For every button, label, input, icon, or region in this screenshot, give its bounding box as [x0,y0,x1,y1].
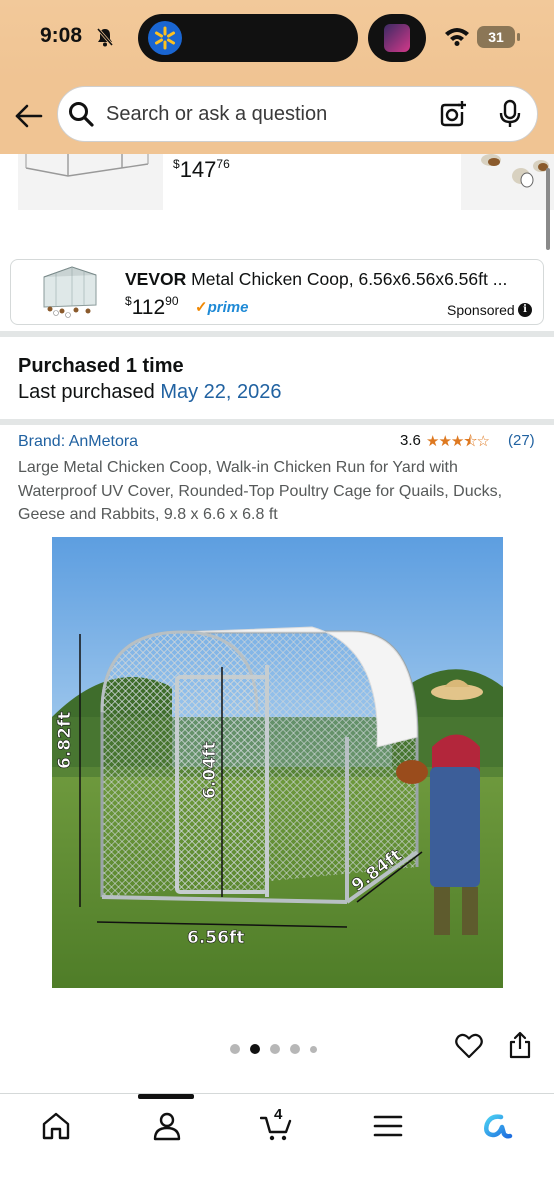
star-rating-icon[interactable]: ★★★⯪☆ [426,431,490,456]
scroll-indicator [546,168,550,250]
carousel-dot[interactable] [230,1044,240,1054]
menu-icon[interactable] [372,1110,404,1142]
walmart-app-icon [148,21,182,55]
activity-app-icon [384,24,410,52]
brand-link[interactable]: Brand: AnMetora [18,433,138,451]
cart-count-badge: 4 [274,1106,283,1123]
bell-off-icon [96,28,114,47]
product-thumbnail[interactable] [461,154,554,210]
home-icon[interactable] [40,1110,72,1142]
sponsored-product-price: $11290 [125,294,179,319]
product-image[interactable]: 6.82ft 6.04ft 6.56ft 9.84ft [52,537,503,988]
battery-indicator: 31 [477,26,520,48]
heart-icon[interactable] [455,1033,483,1059]
image-carousel-dots[interactable] [230,1041,327,1054]
rating-count-link[interactable]: (27) [508,432,535,449]
share-icon[interactable] [509,1031,531,1059]
search-icon [69,102,94,127]
info-icon[interactable]: i [518,303,532,317]
section-divider [0,331,554,337]
search-input[interactable]: Search or ask a question [106,103,327,126]
image-height-label: 6.82ft [55,712,75,769]
section-divider [0,419,554,425]
sponsored-product-title[interactable]: VEVOR Metal Chicken Coop, 6.56x6.56x6.56… [125,269,530,290]
rufus-assistant-icon[interactable] [481,1110,513,1142]
carousel-dot[interactable] [290,1044,300,1054]
image-door-height-label: 6.04ft [200,742,220,799]
rating-value: 3.6 [400,432,421,449]
account-icon[interactable] [151,1110,183,1142]
sponsored-product-thumbnail[interactable] [38,263,104,321]
back-arrow-icon[interactable] [14,101,44,131]
microphone-icon[interactable] [498,99,522,129]
prime-badge: ✓prime [195,299,249,316]
product-thumbnail[interactable] [18,154,163,210]
last-purchased-date-link[interactable]: May 22, 2026 [160,381,281,403]
sponsored-label: Sponsored [447,302,515,318]
status-time: 9:08 [40,24,83,47]
last-purchased-line: Last purchased May 22, 2026 [18,381,282,403]
purchase-count: Purchased 1 time [18,355,184,377]
carousel-dot[interactable] [270,1044,280,1054]
camera-lens-icon[interactable] [438,99,468,129]
active-tab-indicator [138,1094,194,1099]
wifi-icon [445,28,469,46]
carousel-dot-active[interactable] [250,1044,260,1054]
product-title: Large Metal Chicken Coop, Walk-in Chicke… [18,459,503,523]
image-width-label: 6.56ft [187,928,244,948]
product-price: $14776 [173,157,230,182]
carousel-dot[interactable] [310,1046,317,1053]
